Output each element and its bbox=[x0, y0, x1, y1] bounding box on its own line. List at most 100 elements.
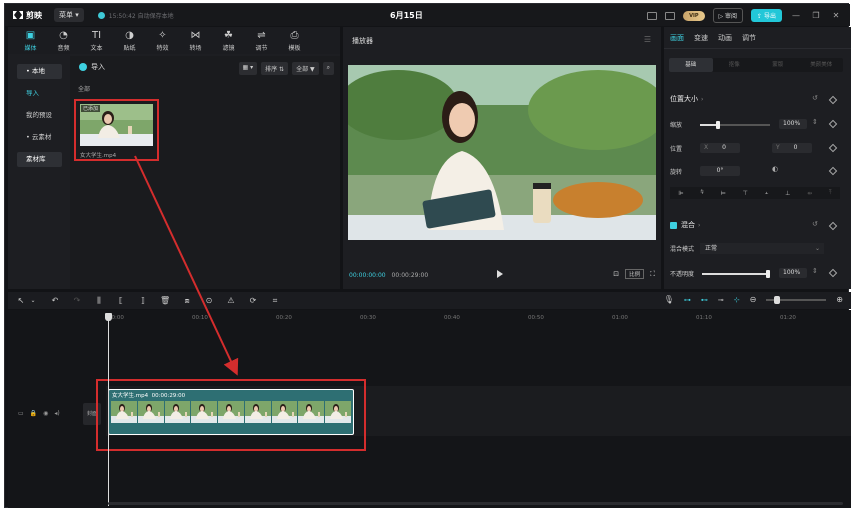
track-type-icon: ▭ bbox=[18, 410, 24, 417]
ratio-button[interactable]: 比例 bbox=[625, 269, 645, 279]
align-center-h-icon[interactable]: ⫩ bbox=[700, 189, 703, 197]
tab-template[interactable]: ⎙ 模板 bbox=[278, 27, 311, 54]
opacity-slider-knob[interactable] bbox=[766, 270, 770, 278]
nav-my-presets[interactable]: 我的预设 bbox=[17, 108, 62, 123]
select-pointer-icon[interactable]: ↖ bbox=[16, 296, 26, 305]
tab-sticker[interactable]: ◑ 贴纸 bbox=[113, 27, 146, 54]
tab-picture[interactable]: 画面 bbox=[670, 33, 684, 43]
align-left-icon[interactable]: ⊫ bbox=[678, 190, 683, 197]
crop-frame-icon[interactable]: ⊡ bbox=[613, 270, 619, 278]
main-track-magnet-icon[interactable]: ⊶ bbox=[684, 296, 691, 304]
eye-icon[interactable]: ◉ bbox=[43, 410, 48, 417]
position-x-field[interactable]: X0 bbox=[700, 143, 740, 153]
nav-import[interactable]: 导入 bbox=[17, 86, 62, 101]
preview-axis-icon[interactable]: ⊹ bbox=[734, 296, 740, 304]
tab-transition[interactable]: ⋈ 转场 bbox=[179, 27, 212, 54]
menu-button[interactable]: 菜单 ▾ bbox=[54, 8, 84, 22]
rotate-icon[interactable]: ⟳ bbox=[248, 296, 258, 305]
subtab-mask[interactable]: 蒙版 bbox=[756, 58, 800, 72]
tab-animation[interactable]: 动画 bbox=[718, 33, 732, 43]
fullscreen-icon[interactable]: ⛶ bbox=[650, 270, 655, 279]
media-thumbnail[interactable]: 已添加 bbox=[80, 104, 153, 146]
maximize-icon[interactable]: ❐ bbox=[810, 11, 822, 20]
opacity-slider[interactable] bbox=[702, 270, 770, 278]
tab-speed[interactable]: 变速 bbox=[694, 33, 708, 43]
play-icon[interactable] bbox=[497, 270, 503, 278]
sort-button[interactable]: 排序 ⇅ bbox=[261, 62, 289, 75]
tab-adjust[interactable]: ⇌ 调节 bbox=[245, 27, 278, 54]
video-preview[interactable] bbox=[348, 65, 656, 240]
reset-icon[interactable]: ↺ bbox=[812, 220, 818, 228]
review-button[interactable]: ▷ 审阅 bbox=[712, 8, 744, 23]
scale-slider-knob[interactable] bbox=[715, 121, 720, 129]
tab-filter[interactable]: ☘ 滤镜 bbox=[212, 27, 245, 54]
subtab-basic[interactable]: 基础 bbox=[669, 58, 713, 72]
freeze-icon[interactable]: ⧈ bbox=[182, 296, 192, 306]
pointer-dropdown-icon[interactable]: ⌄ bbox=[28, 297, 38, 304]
zoom-in-icon[interactable]: ⊕ bbox=[836, 295, 843, 304]
layout-icon[interactable] bbox=[665, 11, 676, 20]
lock-icon[interactable]: 🔒 bbox=[30, 410, 37, 417]
trim-left-icon[interactable]: ⟦ bbox=[116, 296, 126, 305]
nav-library[interactable]: 素材库 bbox=[17, 152, 62, 167]
player-menu-icon[interactable]: ☰ bbox=[644, 35, 651, 44]
tab-adjust-prop[interactable]: 调节 bbox=[742, 33, 756, 43]
export-button[interactable]: ⇪ 导出 bbox=[751, 9, 782, 22]
import-button[interactable]: 导入 bbox=[79, 62, 105, 72]
project-title[interactable]: 6月15日 bbox=[390, 10, 423, 21]
opacity-value[interactable]: 100% bbox=[779, 268, 807, 278]
time-ruler[interactable]: 00:00 00:10 00:20 00:30 00:40 00:50 01:0… bbox=[108, 310, 848, 324]
rotate-knob-icon[interactable]: ◐ bbox=[772, 165, 778, 173]
nav-local[interactable]: • 本地 bbox=[17, 64, 62, 79]
stepper-icon[interactable]: ⇕ bbox=[812, 267, 818, 275]
shortcut-icon[interactable] bbox=[647, 11, 658, 20]
reverse-icon[interactable]: ⊙ bbox=[204, 296, 214, 305]
scale-slider[interactable] bbox=[700, 121, 770, 129]
flip-v-icon[interactable]: ⤒ bbox=[829, 189, 832, 197]
zoom-slider-knob[interactable] bbox=[774, 295, 781, 304]
scale-value[interactable]: 100% bbox=[779, 119, 807, 129]
subtab-beauty[interactable]: 美颜美体 bbox=[800, 58, 844, 72]
align-bottom-icon[interactable]: ⊥ bbox=[785, 190, 790, 197]
speaker-icon[interactable]: ◂) bbox=[54, 410, 59, 417]
subtab-cutout[interactable]: 抠像 bbox=[713, 58, 757, 72]
tab-text[interactable]: TI 文本 bbox=[80, 27, 113, 54]
delete-icon[interactable]: 🗑 bbox=[160, 296, 170, 305]
position-y-field[interactable]: Y0 bbox=[772, 143, 812, 153]
auto-snap-icon[interactable]: ⊷ bbox=[701, 296, 708, 304]
link-icon[interactable]: ⊸ bbox=[718, 296, 724, 304]
align-top-icon[interactable]: ⊤ bbox=[743, 190, 748, 197]
close-icon[interactable]: ✕ bbox=[830, 11, 842, 20]
zoom-out-icon[interactable]: ⊖ bbox=[750, 295, 757, 304]
tab-effects[interactable]: ✧ 特效 bbox=[146, 27, 179, 54]
tab-audio[interactable]: ◔ 音频 bbox=[47, 27, 80, 54]
playhead-handle[interactable] bbox=[105, 313, 112, 321]
trim-right-icon[interactable]: ⟧ bbox=[138, 296, 148, 305]
view-mode-button[interactable]: ▦ ▾ bbox=[238, 62, 258, 75]
undo-icon[interactable]: ↶ bbox=[50, 296, 60, 305]
microphone-icon[interactable]: 🎙 bbox=[664, 295, 674, 304]
blend-mode-select[interactable]: 正常 ⌄ bbox=[700, 243, 824, 254]
property-sub-tabs: 基础 抠像 蒙版 美颜美体 bbox=[669, 58, 843, 72]
filter-button[interactable]: 全部 ▼ bbox=[292, 62, 319, 75]
nav-cloud[interactable]: • 云素材 bbox=[17, 130, 62, 145]
blend-checkbox[interactable] bbox=[670, 221, 677, 229]
search-icon[interactable]: ⌕ bbox=[322, 62, 334, 75]
reset-icon[interactable]: ↺ bbox=[812, 94, 818, 102]
flip-h-icon[interactable]: ⇹ bbox=[807, 190, 812, 197]
rotate-field[interactable]: 0° bbox=[700, 166, 740, 176]
mirror-icon[interactable]: ⚠ bbox=[226, 296, 236, 305]
zoom-slider[interactable] bbox=[766, 295, 827, 304]
vip-badge[interactable]: VIP bbox=[683, 10, 705, 21]
redo-icon[interactable]: ↷ bbox=[72, 296, 82, 305]
timeline-scrollbar[interactable] bbox=[108, 502, 843, 505]
playhead[interactable] bbox=[108, 314, 109, 506]
timeline-area[interactable]: 00:00 00:10 00:20 00:30 00:40 00:50 01:0… bbox=[8, 310, 851, 508]
minimize-icon[interactable]: — bbox=[790, 11, 802, 20]
stepper-icon[interactable]: ⇕ bbox=[812, 118, 818, 126]
crop-icon[interactable]: ⌗ bbox=[270, 296, 280, 306]
tab-media[interactable]: ▣ 媒体 bbox=[14, 27, 47, 54]
align-right-icon[interactable]: ⊨ bbox=[721, 190, 726, 197]
align-center-v-icon[interactable]: ⫠ bbox=[765, 189, 769, 197]
split-icon[interactable]: ⫼ bbox=[94, 296, 104, 306]
